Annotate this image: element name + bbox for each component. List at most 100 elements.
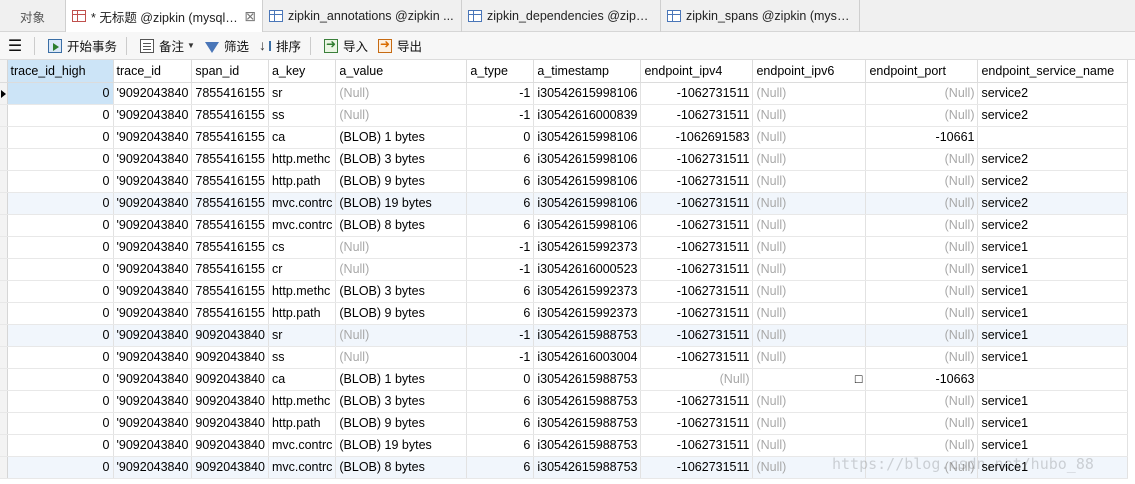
cell-trace-id[interactable]: '9092043840 <box>113 192 193 215</box>
cell-endpoint-ipv6[interactable]: (Null) <box>752 236 867 259</box>
cell-span-id[interactable]: 7855416155 <box>191 214 269 237</box>
cell-trace-id-high[interactable]: 0 <box>7 412 114 435</box>
cell-span-id[interactable]: 9092043840 <box>191 390 269 413</box>
cell-trace-id[interactable]: '9092043840 <box>113 434 193 457</box>
cell-endpoint-port[interactable]: (Null) <box>865 346 979 369</box>
cell-a-timestamp[interactable]: i30542615992373 <box>533 236 642 259</box>
cell-endpoint-ipv6[interactable]: □ <box>752 368 867 391</box>
cell-endpoint-service-name[interactable]: service1 <box>977 390 1129 413</box>
table-row[interactable]: 0'9092043840 9092043840 sr (Null) -1 i3054261… <box>0 324 1129 347</box>
cell-endpoint-ipv6[interactable]: (Null) <box>752 346 867 369</box>
cell-endpoint-port[interactable]: (Null) <box>865 170 979 193</box>
cell-a-key[interactable]: http.methc <box>268 280 337 303</box>
cell-endpoint-service-name[interactable]: service1 <box>977 280 1129 303</box>
row-marker[interactable] <box>0 434 8 457</box>
cell-trace-id-high[interactable]: 0 <box>7 104 114 127</box>
cell-a-key[interactable]: mvc.contrc <box>268 456 337 479</box>
cell-trace-id[interactable]: '9092043840 <box>113 126 193 149</box>
cell-a-key[interactable]: ca <box>268 126 337 149</box>
cell-a-type[interactable]: 6 <box>466 148 535 171</box>
cell-a-value[interactable]: (BLOB) 3 bytes <box>335 280 468 303</box>
row-marker[interactable] <box>0 280 8 303</box>
cell-endpoint-service-name[interactable]: service2 <box>977 104 1129 127</box>
cell-a-timestamp[interactable]: i30542616000839 <box>533 104 642 127</box>
cell-endpoint-ipv4[interactable]: -1062731511 <box>640 104 754 127</box>
cell-trace-id-high[interactable]: 0 <box>7 368 114 391</box>
cell-endpoint-port[interactable]: (Null) <box>865 236 979 259</box>
cell-trace-id[interactable]: '9092043840 <box>113 324 193 347</box>
cell-endpoint-service-name[interactable]: service1 <box>977 434 1129 457</box>
cell-endpoint-ipv6[interactable]: (Null) <box>752 104 867 127</box>
cell-a-key[interactable]: http.methc <box>268 390 337 413</box>
row-marker[interactable] <box>0 104 8 127</box>
cell-a-key[interactable]: mvc.contrc <box>268 192 337 215</box>
cell-trace-id[interactable]: '9092043840 <box>113 236 193 259</box>
cell-a-key[interactable]: mvc.contrc <box>268 214 337 237</box>
cell-span-id[interactable]: 9092043840 <box>191 368 269 391</box>
cell-a-value[interactable]: (Null) <box>335 258 468 281</box>
begin-transaction-button[interactable]: 开始事务 <box>43 34 122 58</box>
cell-a-key[interactable]: http.methc <box>268 148 337 171</box>
cell-trace-id[interactable]: '9092043840 <box>113 412 193 435</box>
cell-trace-id[interactable]: '9092043840 <box>113 258 193 281</box>
cell-endpoint-service-name[interactable] <box>977 368 1129 391</box>
cell-endpoint-service-name[interactable]: service2 <box>977 214 1129 237</box>
cell-span-id[interactable]: 7855416155 <box>191 258 269 281</box>
column-header-trace-id[interactable]: trace_id <box>113 60 193 83</box>
column-header-trace-id-high[interactable]: trace_id_high <box>7 60 114 83</box>
cell-a-timestamp[interactable]: i30542615988753 <box>533 434 642 457</box>
cell-endpoint-ipv6[interactable]: (Null) <box>752 214 867 237</box>
cell-endpoint-service-name[interactable]: service2 <box>977 148 1129 171</box>
cell-endpoint-ipv6[interactable]: (Null) <box>752 148 867 171</box>
cell-endpoint-port[interactable]: (Null) <box>865 280 979 303</box>
cell-a-type[interactable]: 6 <box>466 456 535 479</box>
column-header-a-key[interactable]: a_key <box>268 60 337 83</box>
cell-a-timestamp[interactable]: i30542615988753 <box>533 324 642 347</box>
cell-a-type[interactable]: 0 <box>466 126 535 149</box>
current-row-indicator[interactable] <box>0 82 8 105</box>
cell-endpoint-ipv4[interactable]: -1062731511 <box>640 412 754 435</box>
cell-a-value[interactable]: (BLOB) 3 bytes <box>335 148 468 171</box>
table-row[interactable]: 0'9092043840 7855416155 cr (Null) -1 i3054261… <box>0 258 1129 281</box>
cell-a-key[interactable]: sr <box>268 324 337 347</box>
cell-span-id[interactable]: 9092043840 <box>191 456 269 479</box>
row-marker[interactable] <box>0 456 8 479</box>
tab-untitled-query[interactable]: * 无标题 @zipkin (mysql_l... ⊠ <box>66 0 263 32</box>
cell-a-value[interactable]: (BLOB) 8 bytes <box>335 456 468 479</box>
table-row[interactable]: 0'9092043840 7855416155 mvc.contrc (BLOB) 8… <box>0 214 1129 237</box>
column-header-span-id[interactable]: span_id <box>191 60 269 83</box>
row-marker[interactable] <box>0 302 8 325</box>
row-marker[interactable] <box>0 148 8 171</box>
cell-endpoint-port[interactable]: -10663 <box>865 368 979 391</box>
cell-trace-id-high[interactable]: 0 <box>7 302 114 325</box>
column-header-endpoint-service-name[interactable]: endpoint_service_name <box>977 60 1129 83</box>
cell-endpoint-port[interactable]: (Null) <box>865 434 979 457</box>
cell-endpoint-service-name[interactable]: service1 <box>977 258 1129 281</box>
cell-trace-id-high[interactable]: 0 <box>7 280 114 303</box>
cell-endpoint-service-name[interactable] <box>977 126 1129 149</box>
cell-a-type[interactable]: -1 <box>466 104 535 127</box>
cell-endpoint-ipv4[interactable]: -1062731511 <box>640 214 754 237</box>
cell-a-timestamp[interactable]: i30542616000523 <box>533 258 642 281</box>
cell-endpoint-service-name[interactable]: service1 <box>977 346 1129 369</box>
cell-a-type[interactable]: 6 <box>466 214 535 237</box>
table-row[interactable]: 0'9092043840 9092043840 ca (BLOB) 1 bytes 0 i… <box>0 368 1129 391</box>
cell-a-value[interactable]: (BLOB) 9 bytes <box>335 302 468 325</box>
cell-span-id[interactable]: 7855416155 <box>191 148 269 171</box>
cell-endpoint-port[interactable]: (Null) <box>865 302 979 325</box>
cell-trace-id-high[interactable]: 0 <box>7 192 114 215</box>
cell-a-value[interactable]: (BLOB) 1 bytes <box>335 368 468 391</box>
cell-endpoint-ipv4[interactable]: -1062731511 <box>640 236 754 259</box>
table-row[interactable]: 0'9092043840 9092043840 http.path (BLOB) 9 … <box>0 412 1129 435</box>
cell-endpoint-ipv6[interactable]: (Null) <box>752 82 867 105</box>
row-marker[interactable] <box>0 126 8 149</box>
cell-trace-id[interactable]: '9092043840 <box>113 104 193 127</box>
cell-a-type[interactable]: 6 <box>466 280 535 303</box>
cell-span-id[interactable]: 7855416155 <box>191 280 269 303</box>
close-icon[interactable]: ⊠ <box>238 8 256 25</box>
cell-span-id[interactable]: 7855416155 <box>191 126 269 149</box>
cell-a-value[interactable]: (Null) <box>335 324 468 347</box>
cell-trace-id-high[interactable]: 0 <box>7 236 114 259</box>
table-row[interactable]: 0'9092043840 7855416155 ca (BLOB) 1 bytes 0 i… <box>0 126 1129 149</box>
cell-trace-id-high[interactable]: 0 <box>7 214 114 237</box>
